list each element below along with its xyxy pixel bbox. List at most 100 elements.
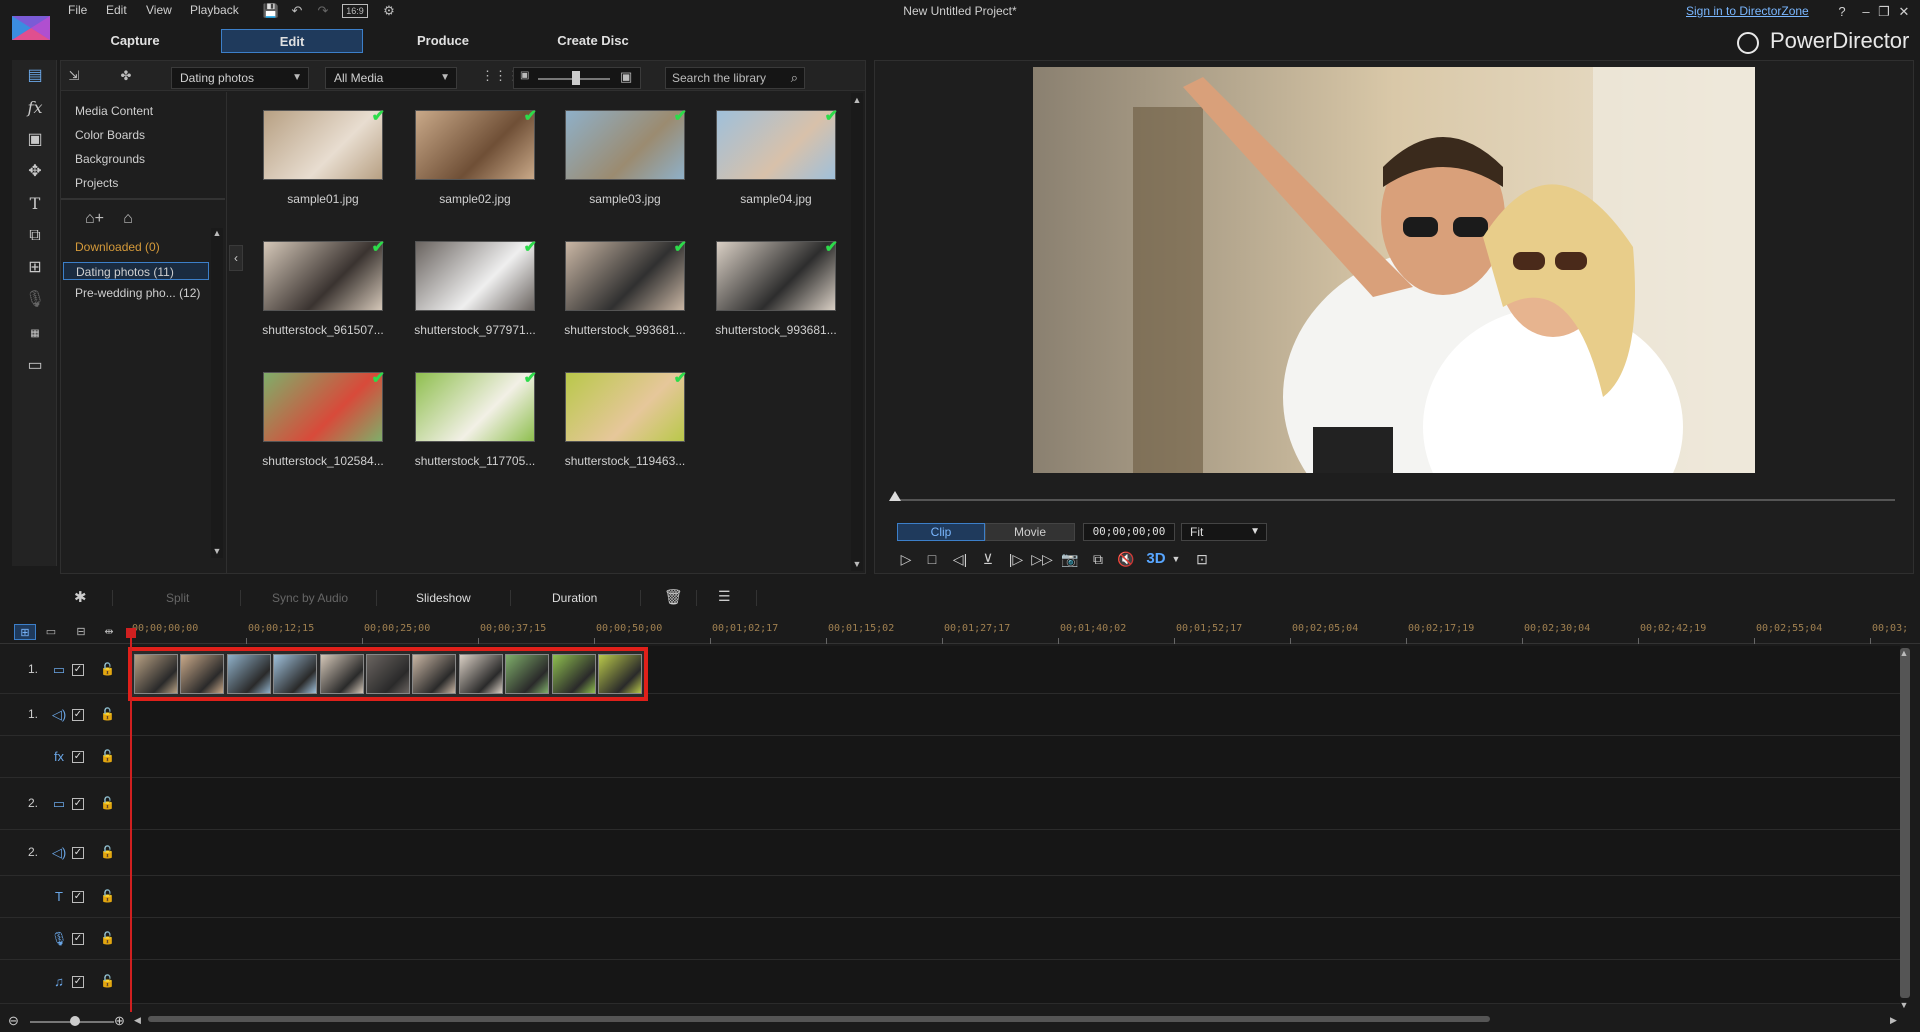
settings-gear-icon[interactable]: ⚙: [380, 2, 398, 20]
chapter-room-icon[interactable]: ▦: [22, 322, 48, 346]
aspect-ratio-button[interactable]: 16:9: [342, 4, 368, 18]
scroll-down-icon[interactable]: ▼: [851, 559, 863, 569]
timeline-clip[interactable]: [412, 654, 457, 694]
timeline-track[interactable]: ♫ ✓ 🔓: [0, 960, 1900, 1004]
timeline-clip[interactable]: [366, 654, 410, 694]
timecode-field[interactable]: 00;00;00;00: [1083, 523, 1175, 541]
timeline-clip[interactable]: [551, 654, 596, 694]
restore-icon[interactable]: ❐: [1874, 2, 1894, 22]
remove-tag-icon[interactable]: ⌂: [119, 210, 137, 228]
timeline-clip[interactable]: [458, 654, 503, 694]
sidebar-item-prewedding-photos[interactable]: Pre-wedding pho... (12): [75, 286, 200, 300]
slider-handle[interactable]: [572, 71, 580, 85]
storyboard-view-icon[interactable]: ▭: [40, 624, 62, 640]
movie-mode-button[interactable]: Movie: [985, 523, 1075, 541]
zoom-fit-dropdown[interactable]: Fit ▼: [1181, 523, 1267, 541]
menu-playback[interactable]: Playback: [190, 3, 239, 17]
timeline-vertical-scrollbar[interactable]: [1900, 648, 1910, 998]
help-button[interactable]: ?: [1832, 2, 1852, 22]
media-thumbnail[interactable]: ✔ sample02.jpg: [415, 108, 537, 230]
timeline-view-icon[interactable]: ⊞: [14, 624, 36, 640]
menu-edit[interactable]: Edit: [106, 3, 127, 17]
sidebar-item-backgrounds[interactable]: Backgrounds: [75, 152, 145, 166]
album-dropdown[interactable]: Dating photos ▼: [171, 67, 309, 89]
save-icon[interactable]: 💾: [262, 2, 280, 20]
track-lane[interactable]: [130, 960, 1900, 1003]
zoom-in-icon[interactable]: ⊕: [114, 1013, 125, 1029]
library-search-input[interactable]: Search the library ⌕: [665, 67, 805, 89]
seek-handle[interactable]: [889, 491, 901, 501]
track-lane[interactable]: [130, 736, 1900, 777]
scroll-up-icon[interactable]: ▲: [211, 228, 223, 238]
sidebar-item-dating-photos[interactable]: Dating photos (11): [63, 262, 209, 280]
media-thumbnail[interactable]: ✔ shutterstock_993681...: [715, 239, 838, 361]
scroll-left-icon[interactable]: ◀: [134, 1015, 141, 1026]
track-lock-icon[interactable]: 🔓: [100, 889, 115, 903]
external-display-icon[interactable]: ⊡: [1191, 548, 1213, 570]
sync-by-audio-button[interactable]: Sync by Audio: [272, 591, 348, 605]
particle-room-icon[interactable]: ✥: [22, 160, 48, 184]
subtitle-room-icon[interactable]: ▭: [22, 354, 48, 378]
media-room-icon[interactable]: ▤: [22, 64, 48, 88]
track-lock-icon[interactable]: 🔓: [100, 974, 115, 988]
chevron-down-icon[interactable]: ▼: [1165, 548, 1187, 570]
volume-icon[interactable]: 🔇: [1115, 548, 1137, 570]
media-thumbnail[interactable]: ✔ shutterstock_961507...: [262, 239, 385, 361]
seek-bar[interactable]: [895, 499, 1895, 501]
playhead[interactable]: [130, 632, 132, 1014]
undock-preview-icon[interactable]: ⧉: [1087, 548, 1109, 570]
transition-room-icon[interactable]: ⧉: [22, 224, 48, 248]
timeline-track[interactable]: 2. ▭ ✓ 🔓: [0, 778, 1900, 830]
media-filter-dropdown[interactable]: All Media ▼: [325, 67, 457, 89]
sidebar-scrollbar[interactable]: ▲ ▼: [211, 228, 223, 558]
track-lane[interactable]: [130, 918, 1900, 959]
sidebar-item-projects[interactable]: Projects: [75, 176, 118, 190]
track-lane[interactable]: [130, 830, 1900, 875]
tab-produce[interactable]: Produce: [378, 29, 508, 53]
track-enable-checkbox[interactable]: ✓: [72, 976, 84, 988]
media-thumbnail[interactable]: ✔ sample04.jpg: [716, 108, 838, 230]
audio-mixing-icon[interactable]: ⊞: [22, 256, 48, 280]
tab-capture[interactable]: Capture: [70, 29, 200, 53]
scroll-down-icon[interactable]: ▼: [211, 546, 223, 556]
media-thumbnail[interactable]: ✔ shutterstock_102584...: [262, 370, 385, 492]
track-enable-checkbox[interactable]: ✓: [72, 751, 84, 763]
title-room-icon[interactable]: T: [22, 192, 48, 216]
menu-file[interactable]: File: [68, 3, 87, 17]
track-lock-icon[interactable]: 🔓: [100, 707, 115, 721]
plugins-icon[interactable]: ✤: [117, 67, 135, 85]
close-icon[interactable]: ✕: [1894, 2, 1914, 22]
media-thumbnail[interactable]: ✔ shutterstock_977971...: [414, 239, 537, 361]
track-enable-checkbox[interactable]: ✓: [72, 709, 84, 721]
add-tag-icon[interactable]: ⌂+: [85, 210, 104, 228]
zoom-slider-handle[interactable]: [70, 1016, 80, 1026]
timeline-track[interactable]: T ✓ 🔓: [0, 876, 1900, 918]
previous-frame-icon[interactable]: ◁|: [949, 548, 971, 570]
tab-create-disc[interactable]: Create Disc: [528, 29, 658, 53]
track-enable-checkbox[interactable]: ✓: [72, 891, 84, 903]
timeline-clip[interactable]: [273, 654, 318, 694]
track-enable-checkbox[interactable]: ✓: [72, 798, 84, 810]
scroll-up-icon[interactable]: ▲: [851, 95, 863, 105]
duration-button[interactable]: Duration: [552, 591, 597, 605]
fit-timeline-icon[interactable]: ⇹: [98, 624, 120, 640]
split-marker-icon[interactable]: ⊻: [977, 548, 999, 570]
magic-tools-icon[interactable]: ✱: [74, 588, 87, 606]
track-lock-icon[interactable]: 🔓: [100, 931, 115, 945]
timeline-clip[interactable]: [598, 654, 642, 694]
timeline-track[interactable]: 2. ◁) ✓ 🔓: [0, 830, 1900, 876]
undo-icon[interactable]: ↶: [288, 2, 306, 20]
track-enable-checkbox[interactable]: ✓: [72, 933, 84, 945]
more-features-icon[interactable]: ☰: [718, 588, 731, 605]
track-lock-icon[interactable]: 🔓: [100, 662, 115, 676]
clip-mode-button[interactable]: Clip: [897, 523, 985, 541]
sidebar-item-media-content[interactable]: Media Content: [75, 104, 153, 118]
scroll-right-icon[interactable]: ▶: [1890, 1015, 1897, 1026]
play-icon[interactable]: ▷: [895, 548, 917, 570]
voice-over-icon[interactable]: 🎙: [22, 288, 48, 312]
timeline-clip[interactable]: [505, 654, 550, 694]
scroll-down-icon[interactable]: ▼: [1898, 1000, 1910, 1010]
stop-icon[interactable]: □: [921, 548, 943, 570]
snapshot-icon[interactable]: 📷: [1059, 548, 1081, 570]
track-lane[interactable]: [130, 876, 1900, 917]
